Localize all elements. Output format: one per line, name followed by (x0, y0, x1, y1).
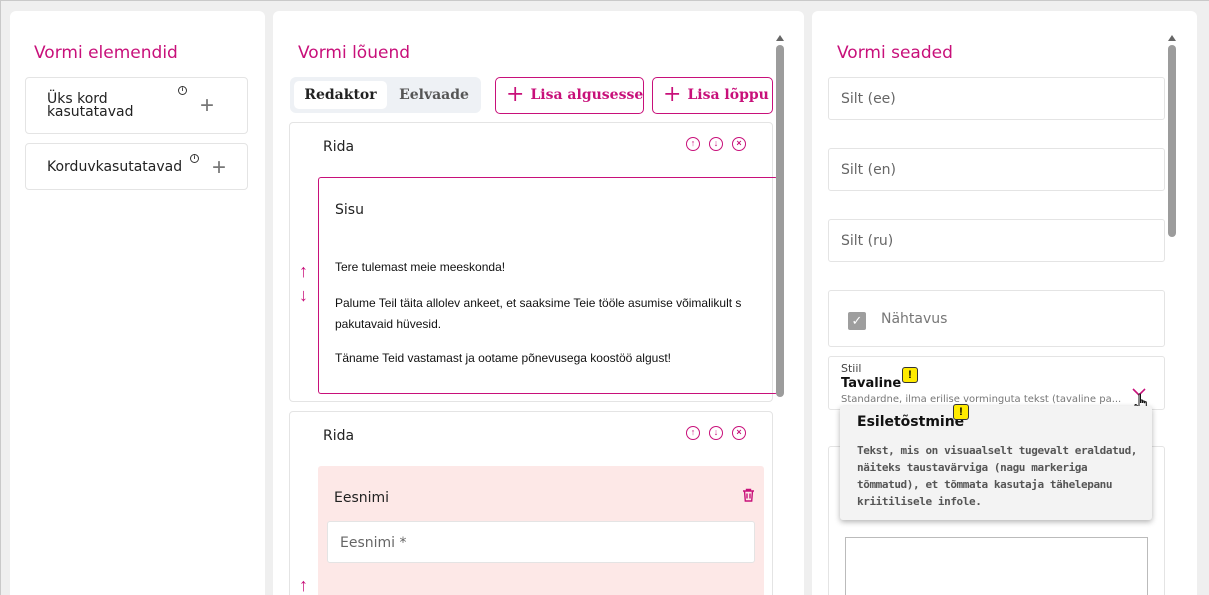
tooltip-title: Esiletõstmine (857, 414, 965, 430)
content-line: Palume Teil täita allolev ankeet, et saa… (335, 296, 742, 310)
view-toggle: Redaktor Eelvaade (290, 77, 481, 113)
first-name-input[interactable]: Eesnimi * (327, 521, 755, 563)
remove-icon[interactable]: × (732, 426, 746, 440)
add-icon[interactable]: + (200, 94, 214, 118)
style-select[interactable]: Stiil Tavaline ! Standardne, ilma erilis… (828, 356, 1165, 410)
tab-editor[interactable]: Redaktor (294, 81, 387, 109)
add-to-end-button[interactable]: + Lisa lõppu (652, 77, 773, 114)
visibility-label: Nähtavus (881, 311, 948, 327)
move-up-icon[interactable]: ↑ (686, 426, 700, 440)
add-icon[interactable]: + (212, 156, 226, 180)
style-select-label: Stiil (841, 362, 862, 375)
move-down-icon[interactable]: ↓ (709, 137, 723, 151)
content-block[interactable]: Sisu Tere tulemast meie meeskonda! Palum… (318, 177, 778, 394)
form-elements-panel: Vormi elemendid Üks kord kasutatavad i +… (10, 11, 265, 595)
field-block-title: Eesnimi (334, 490, 390, 506)
form-canvas-panel: Vormi lõuend Redaktor Eelvaade + Lisa alg… (273, 11, 804, 595)
field-placeholder: Silt (ee) (841, 91, 896, 107)
settings-scrollbar[interactable] (1168, 45, 1176, 237)
input-placeholder: Eesnimi * (340, 535, 407, 551)
panel-title: Vormi lõuend (298, 43, 411, 63)
scroll-up-icon[interactable] (776, 35, 784, 41)
drag-up-icon[interactable]: ↑ (299, 576, 308, 594)
trash-icon[interactable] (742, 488, 754, 502)
element-group-label: Üks kord kasutatavad (47, 91, 134, 120)
plus-icon: + (663, 82, 682, 107)
drag-up-icon[interactable]: ↑ (299, 262, 308, 280)
element-group-label: Korduvkasutatavad (47, 159, 183, 175)
tab-preview[interactable]: Eelvaade (390, 81, 478, 109)
add-to-start-label: Lisa algusesse (530, 87, 644, 103)
content-line: Tere tulemast meie meeskonda! (335, 260, 506, 274)
field-block[interactable]: Eesnimi Eesnimi * (318, 466, 764, 595)
field-placeholder: Silt (ru) (841, 233, 894, 249)
plus-icon: + (506, 82, 525, 107)
visibility-setting[interactable]: ✓ Nähtavus (828, 290, 1165, 347)
style-select-value: Tavaline (841, 376, 902, 391)
content-block-title: Sisu (335, 202, 364, 218)
style-option-tooltip: Esiletõstmine ! Tekst, mis on visuaalsel… (840, 404, 1152, 520)
visibility-checkbox[interactable]: ✓ (848, 312, 866, 330)
drag-down-icon[interactable]: ↓ (299, 286, 308, 304)
row-title: Rida (323, 428, 355, 444)
info-icon[interactable]: i (178, 86, 187, 95)
info-icon[interactable]: i (190, 154, 199, 163)
style-select-description: Standardne, ilma erilise vorminguta teks… (841, 394, 1122, 405)
warning-icon: ! (953, 404, 969, 420)
move-down-icon[interactable]: ↓ (709, 426, 723, 440)
content-line: Täname Teid vastamast ja ootame põnevuse… (335, 351, 671, 365)
label-ru-field[interactable]: Silt (ru) (828, 219, 1165, 262)
move-up-icon[interactable]: ↑ (686, 137, 700, 151)
scroll-up-icon[interactable] (1168, 35, 1176, 41)
panel-title: Vormi seaded (837, 43, 953, 63)
row-title: Rida (323, 139, 355, 155)
element-group-reusable[interactable]: Korduvkasutatavad i + (25, 143, 248, 190)
add-to-start-button[interactable]: + Lisa algusesse (495, 77, 644, 114)
tooltip-body: Tekst, mis on visuaalselt tugevalt erald… (857, 444, 1138, 508)
element-group-single-use[interactable]: Üks kord kasutatavad i + (25, 77, 248, 134)
label-en-field[interactable]: Silt (en) (828, 148, 1165, 191)
editor-content-area[interactable] (845, 537, 1148, 595)
panel-title: Vormi elemendid (34, 43, 178, 63)
remove-icon[interactable]: × (732, 137, 746, 151)
content-line: pakutavaid hüvesid. (335, 317, 442, 331)
add-to-end-label: Lisa lõppu (687, 87, 769, 103)
warning-icon: ! (902, 367, 918, 383)
field-placeholder: Silt (en) (841, 162, 897, 178)
canvas-scrollbar[interactable] (776, 45, 784, 397)
label-ee-field[interactable]: Silt (ee) (828, 77, 1165, 120)
